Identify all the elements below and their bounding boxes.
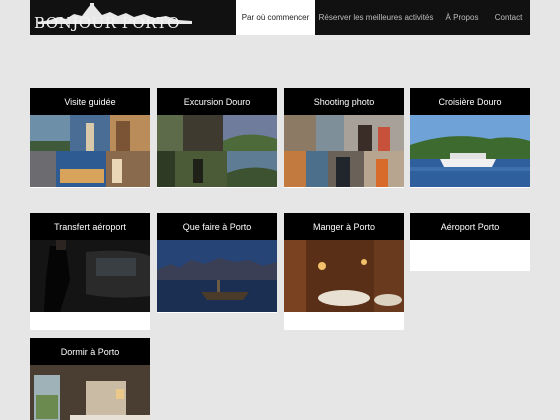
card-aeroport-porto[interactable]: Aéroport Porto xyxy=(410,213,530,271)
card-excursion-douro[interactable]: Excursion Douro xyxy=(157,88,277,188)
card-title: Visite guidée xyxy=(30,88,150,115)
card-title: Croisière Douro xyxy=(410,88,530,115)
card-image xyxy=(410,115,530,187)
card-title: Aéroport Porto xyxy=(410,213,530,240)
nav-a-propos[interactable]: À Propos xyxy=(437,0,487,35)
main-nav: Par où commencer Réserver les meilleures… xyxy=(236,0,530,35)
card-image xyxy=(30,365,150,420)
card-title: Shooting photo xyxy=(284,88,404,115)
card-title: Excursion Douro xyxy=(157,88,277,115)
card-manger-a-porto[interactable]: Manger à Porto xyxy=(284,213,404,330)
card-que-faire-a-porto[interactable]: Que faire à Porto xyxy=(157,213,277,313)
nav-par-ou-commencer[interactable]: Par où commencer xyxy=(236,0,315,35)
card-image xyxy=(157,115,277,187)
card-title: Dormir à Porto xyxy=(30,338,150,365)
card-image xyxy=(30,240,150,312)
site-header: BONJOUR PORTO Par où commencer Réserver … xyxy=(30,0,530,35)
nav-reserver-activites[interactable]: Réserver les meilleures activités xyxy=(315,0,437,35)
card-visite-guidee[interactable]: Visite guidée xyxy=(30,88,150,188)
card-image xyxy=(157,240,277,312)
card-dormir-a-porto[interactable]: Dormir à Porto xyxy=(30,338,150,420)
nav-contact[interactable]: Contact xyxy=(487,0,530,35)
card-image xyxy=(30,115,150,187)
site-logo[interactable]: BONJOUR PORTO xyxy=(30,0,198,35)
card-transfert-aeroport[interactable]: Transfert aéroport xyxy=(30,213,150,330)
card-title: Manger à Porto xyxy=(284,213,404,240)
card-shooting-photo[interactable]: Shooting photo xyxy=(284,88,404,188)
card-croisiere-douro[interactable]: Croisière Douro xyxy=(410,88,530,188)
logo-text: BONJOUR PORTO xyxy=(34,14,180,32)
card-image xyxy=(284,115,404,187)
card-image xyxy=(284,240,404,312)
card-title: Que faire à Porto xyxy=(157,213,277,240)
card-title: Transfert aéroport xyxy=(30,213,150,240)
